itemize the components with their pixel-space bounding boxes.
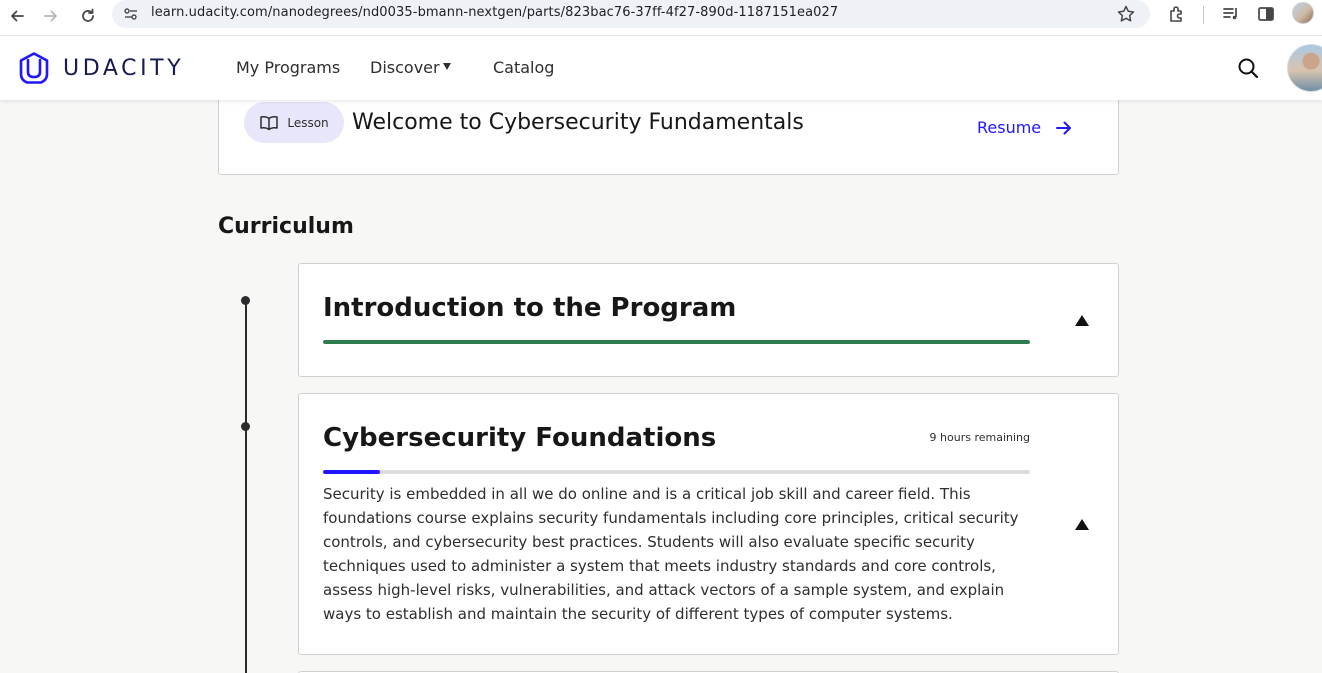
lesson-badge: Lesson [244, 102, 344, 143]
arrow-right-icon[interactable] [1055, 120, 1073, 136]
url-text[interactable]: learn.udacity.com/nanodegrees/nd0035-bma… [151, 5, 838, 20]
nav-discover[interactable]: Discover [370, 58, 440, 77]
time-remaining: 9 hours remaining [929, 431, 1030, 444]
site-header: UDACITY My Programs Discover Catalog [0, 36, 1322, 100]
lesson-title: Welcome to Cybersecurity Fundamentals [352, 110, 804, 135]
nav-my-programs[interactable]: My Programs [236, 58, 340, 77]
media-icon[interactable] [1220, 3, 1242, 25]
star-icon[interactable] [1116, 4, 1136, 24]
extensions-icon[interactable] [1166, 3, 1188, 25]
resume-label[interactable]: Resume [977, 118, 1041, 137]
forward-icon[interactable] [38, 3, 64, 29]
book-icon [260, 115, 279, 130]
timeline-line [245, 301, 247, 673]
profile-icon[interactable] [1292, 2, 1314, 24]
back-icon[interactable] [4, 3, 30, 29]
address-bar[interactable]: learn.udacity.com/nanodegrees/nd0035-bma… [112, 0, 1150, 28]
module-description: Security is embedded in all we do online… [323, 485, 1019, 623]
timeline-dot [241, 422, 250, 431]
module-title[interactable]: Introduction to the Program [323, 293, 736, 323]
browser-toolbar: learn.udacity.com/nanodegrees/nd0035-bma… [0, 0, 1322, 36]
module-title[interactable]: Cybersecurity Foundations [323, 423, 716, 453]
curriculum-heading: Curriculum [218, 214, 354, 239]
module-card-cybersecurity-foundations[interactable]: Cybersecurity Foundations 9 hours remain… [298, 393, 1119, 655]
toolbar-divider [1203, 6, 1204, 24]
module-progress-bar [323, 470, 1030, 474]
timeline-dot [241, 296, 250, 305]
site-info-icon[interactable] [122, 5, 140, 23]
module-progress-fill [323, 340, 1030, 344]
avatar[interactable] [1287, 44, 1322, 92]
udacity-logo-icon [19, 52, 49, 84]
search-icon[interactable] [1236, 56, 1260, 80]
collapse-toggle-icon[interactable] [1075, 315, 1089, 327]
resume-button[interactable]: Resume [977, 118, 1073, 137]
logo-text: UDACITY [63, 55, 185, 81]
nav-catalog[interactable]: Catalog [493, 58, 554, 77]
side-panel-icon[interactable] [1255, 3, 1277, 25]
collapse-toggle-icon[interactable] [1075, 519, 1089, 531]
module-progress-fill [323, 470, 380, 474]
lesson-badge-label: Lesson [287, 115, 329, 130]
reload-icon[interactable] [75, 3, 101, 29]
udacity-logo[interactable]: UDACITY [17, 51, 184, 85]
module-card-introduction[interactable]: Introduction to the Program [298, 263, 1119, 377]
module-progress-bar [323, 340, 1030, 344]
caret-down-icon[interactable] [443, 63, 451, 70]
